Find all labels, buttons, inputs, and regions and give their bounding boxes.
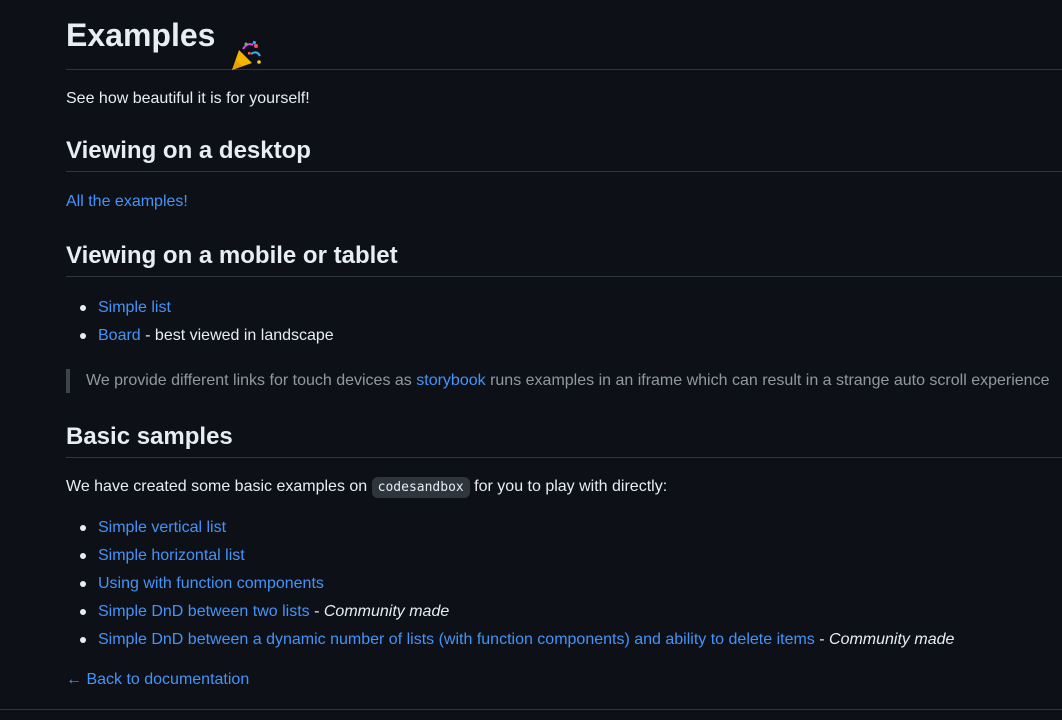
basic-intro-before: We have created some basic examples on <box>66 478 372 495</box>
list-item: Simple list <box>80 298 1062 326</box>
footer-divider <box>0 709 1062 710</box>
board-link[interactable]: Board <box>98 327 141 344</box>
mobile-links-list: Simple list Board - best viewed in lands… <box>66 298 1062 354</box>
simple-vertical-list-link[interactable]: Simple vertical list <box>98 519 226 536</box>
party-popper-icon <box>229 19 263 70</box>
item-separator: - <box>814 631 830 648</box>
basic-samples-list: Simple vertical list Simple horizontal l… <box>66 518 1062 658</box>
page-title: Examples <box>66 0 1062 70</box>
community-made-label: Community made <box>829 631 955 648</box>
back-to-documentation-link[interactable]: ← Back to documentation <box>66 670 1062 690</box>
community-made-label: Community made <box>323 603 450 620</box>
dnd-two-lists-link[interactable]: Simple DnD between two lists <box>98 603 310 620</box>
list-item: Simple vertical list <box>80 518 1062 546</box>
heading-desktop: Viewing on a desktop <box>66 136 1062 172</box>
note-text-before: We provide different links for touch dev… <box>86 372 417 389</box>
codesandbox-code: codesandbox <box>371 477 470 498</box>
list-item: Simple horizontal list <box>80 546 1062 574</box>
all-examples-link[interactable]: All the examples! <box>66 192 1062 212</box>
storybook-link[interactable]: storybook <box>416 372 485 389</box>
item-separator: - <box>309 603 324 620</box>
list-item: Simple DnD between a dynamic number of l… <box>80 630 1062 658</box>
dnd-dynamic-lists-link[interactable]: Simple DnD between a dynamic number of l… <box>98 631 815 648</box>
page-title-text: Examples <box>66 16 216 53</box>
intro-text: See how beautiful it is for yourself! <box>66 90 310 107</box>
list-item: Using with function components <box>80 574 1062 602</box>
function-components-link[interactable]: Using with function components <box>98 575 324 592</box>
list-item: Board - best viewed in landscape <box>80 326 1062 354</box>
simple-list-link[interactable]: Simple list <box>98 299 171 316</box>
basic-intro-after: for you to play with directly: <box>469 478 668 495</box>
markdown-body: Examples See how beautiful it is for you… <box>66 0 1062 690</box>
list-item-suffix: - best viewed in landscape <box>140 327 334 344</box>
heading-mobile: Viewing on a mobile or tablet <box>66 241 1062 277</box>
heading-basic-samples: Basic samples <box>66 422 1062 458</box>
note-text-after: runs examples in an iframe which can res… <box>485 372 1050 389</box>
basic-intro-text: We have created some basic examples on c… <box>66 477 1062 498</box>
list-item: Simple DnD between two lists - Community… <box>80 602 1062 630</box>
simple-horizontal-list-link[interactable]: Simple horizontal list <box>98 547 245 564</box>
touch-note: We provide different links for touch dev… <box>66 369 1062 393</box>
